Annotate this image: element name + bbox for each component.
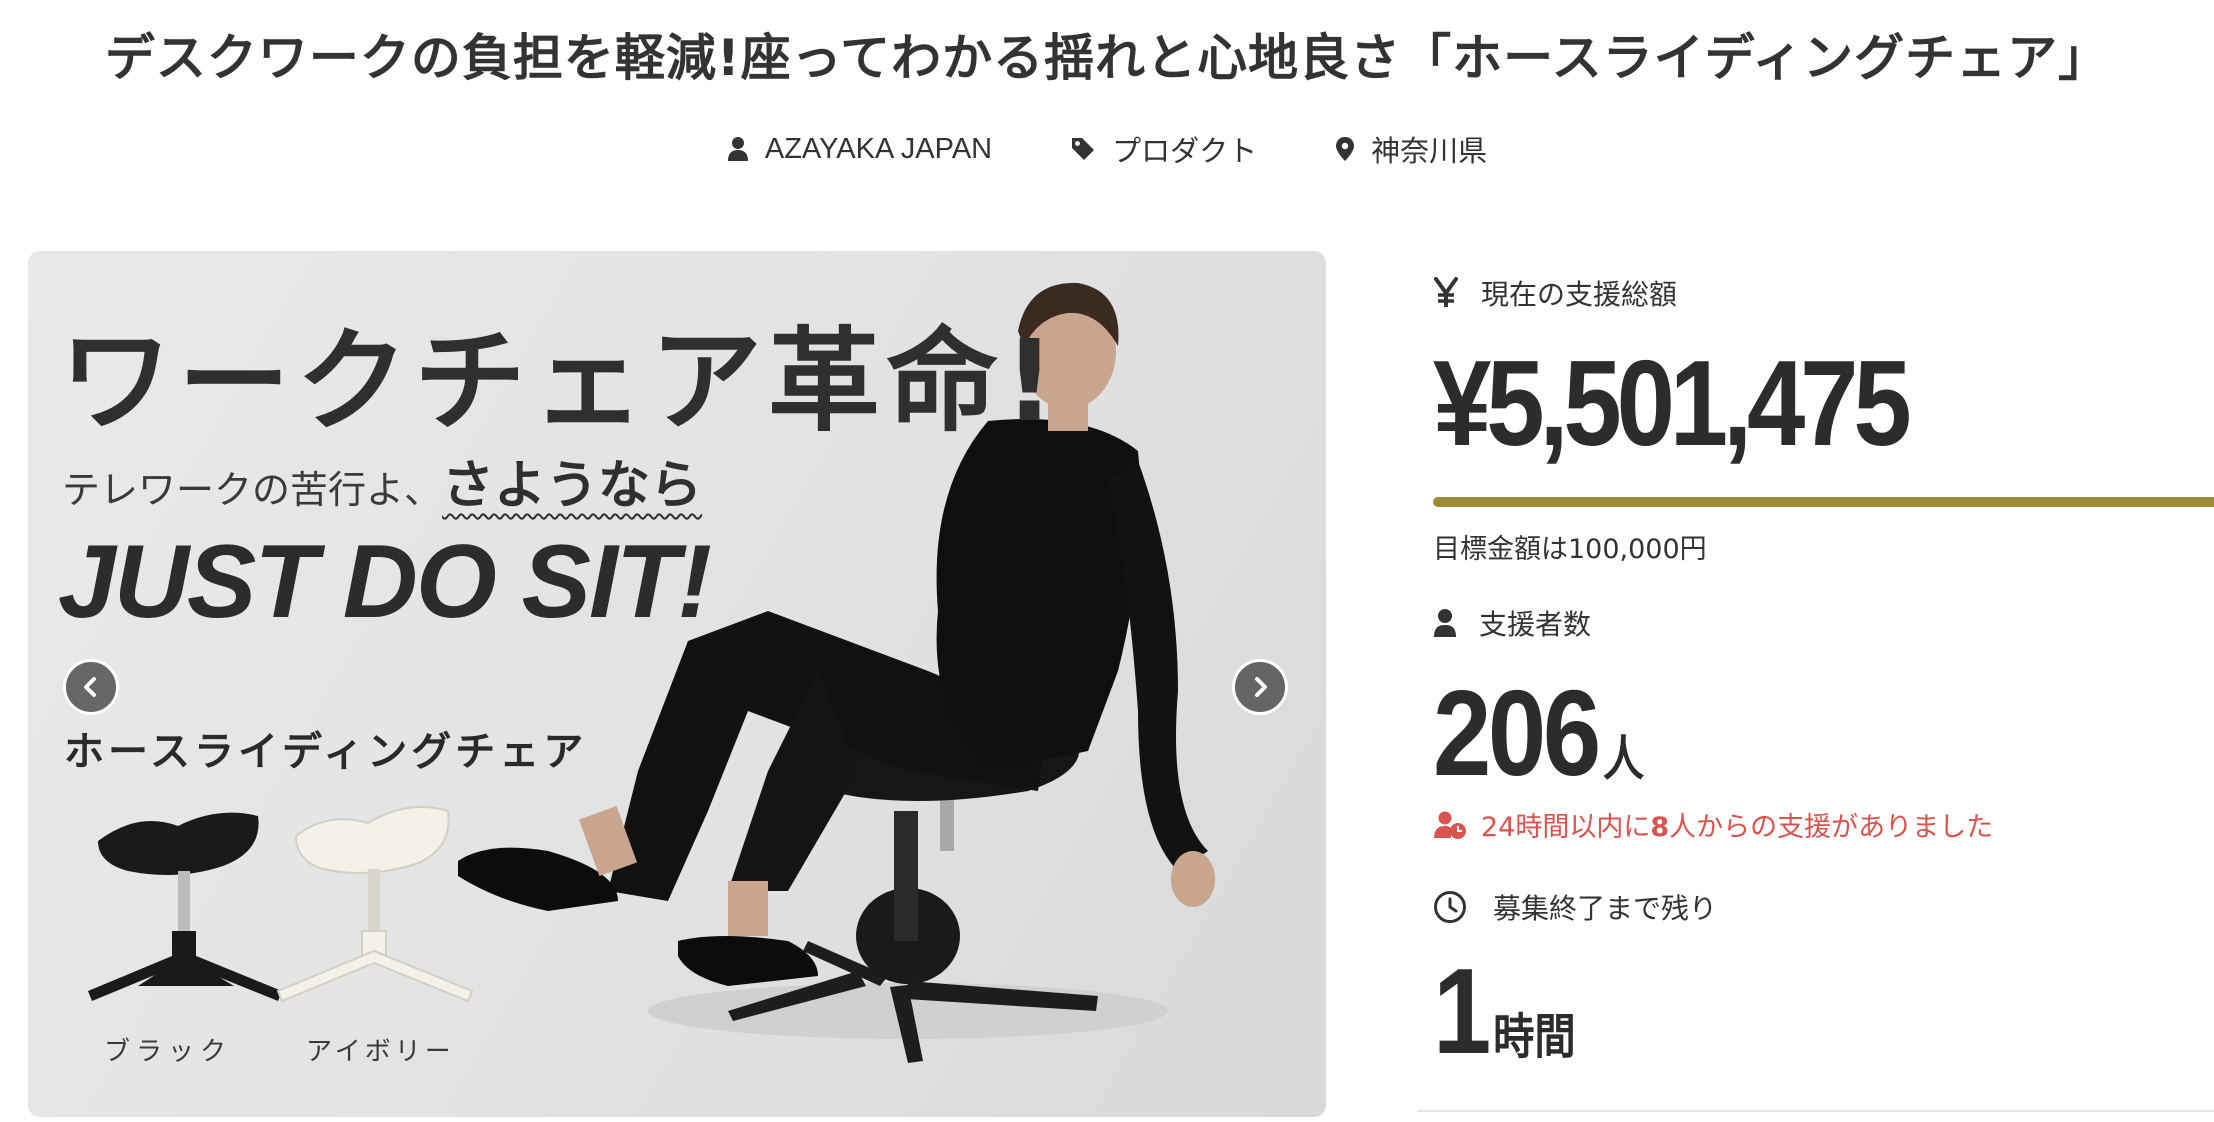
remaining-value: 1 [1433,943,1491,1079]
chevron-right-icon [1255,677,1267,697]
funding-stats-panel: 現在の支援総額 ¥5,501,475 目標金額は100,000円 支援者数 20… [1417,251,2214,1122]
backers-count: 206 人 [1433,663,1644,803]
map-pin-icon [1336,137,1355,161]
amount-label-row: 現在の支援総額 [1433,273,1677,313]
remaining-label: 募集終了まで残り [1493,892,1718,925]
chevron-left-icon [84,677,96,697]
recent-backers-text: 24時間以内に8人からの支援がありました [1481,805,1993,844]
location-link[interactable]: 神奈川県 [1335,128,1487,170]
page-title: デスクワークの負担を軽減!座ってわかる揺れと心地良さ「ホースライディングチェア」 [104,29,2110,87]
backers-label-row: 支援者数 [1433,603,1591,643]
category-name: プロダクト [1112,136,1258,168]
carousel-next-button[interactable] [1232,659,1288,715]
remaining-time: 1 時間 [1433,941,1576,1081]
user-icon [1434,609,1456,637]
recent-suffix: 人からの支援がありました [1669,812,1994,843]
clock-icon [1434,891,1466,923]
hero-subheadline: テレワークの苦行よ、さようなら [62,443,702,518]
recent-backers-notice: 24時間以内に8人からの支援がありました [1433,805,1993,844]
location-name: 神奈川県 [1371,136,1488,168]
hero-product-name: ホースライディングチェア [64,729,588,775]
recent-count: 8 [1650,812,1670,843]
hero-sub-emphasis: さようなら [442,456,703,516]
hero-slogan: JUST DO SIT! [58,524,712,640]
backers-value: 206 [1433,665,1601,801]
tag-icon [1072,138,1095,160]
owner-name: AZAYAKA JAPAN [764,132,993,165]
variant-caption-black: ブラック [104,1037,233,1067]
funding-progress-fill [1433,497,2214,507]
backers-label: 支援者数 [1479,608,1592,641]
goal-amount-text: 目標金額は100,000円 [1433,534,1707,565]
variant-caption-ivory: アイボリー [306,1037,455,1067]
user-clock-icon [1434,811,1466,839]
funding-progress-bar [1433,497,2214,507]
yen-icon [1434,277,1458,307]
owner-link[interactable]: AZAYAKA JAPAN [727,133,992,166]
amount-label: 現在の支援総額 [1481,278,1678,311]
hero-headline: ワークチェア革命! [60,317,1062,447]
backers-unit: 人 [1602,731,1645,787]
remaining-label-row: 募集終了まで残り [1433,887,1717,927]
recent-prefix: 24時間以内に [1481,812,1651,843]
hero-sub-prefix: テレワークの苦行よ、 [62,468,443,512]
project-image-carousel[interactable]: ワークチェア革命! テレワークの苦行よ、さようなら JUST DO SIT! ホ… [28,251,1326,1117]
stats-divider [1417,1110,2214,1112]
user-icon [727,137,748,161]
category-link[interactable]: プロダクト [1070,128,1257,170]
carousel-prev-button[interactable] [63,659,119,715]
amount-value: ¥5,501,475 [1433,335,1912,471]
remaining-unit: 時間 [1493,1009,1576,1065]
project-meta: AZAYAKA JAPAN プロダクト 神奈川県 [0,128,2214,170]
